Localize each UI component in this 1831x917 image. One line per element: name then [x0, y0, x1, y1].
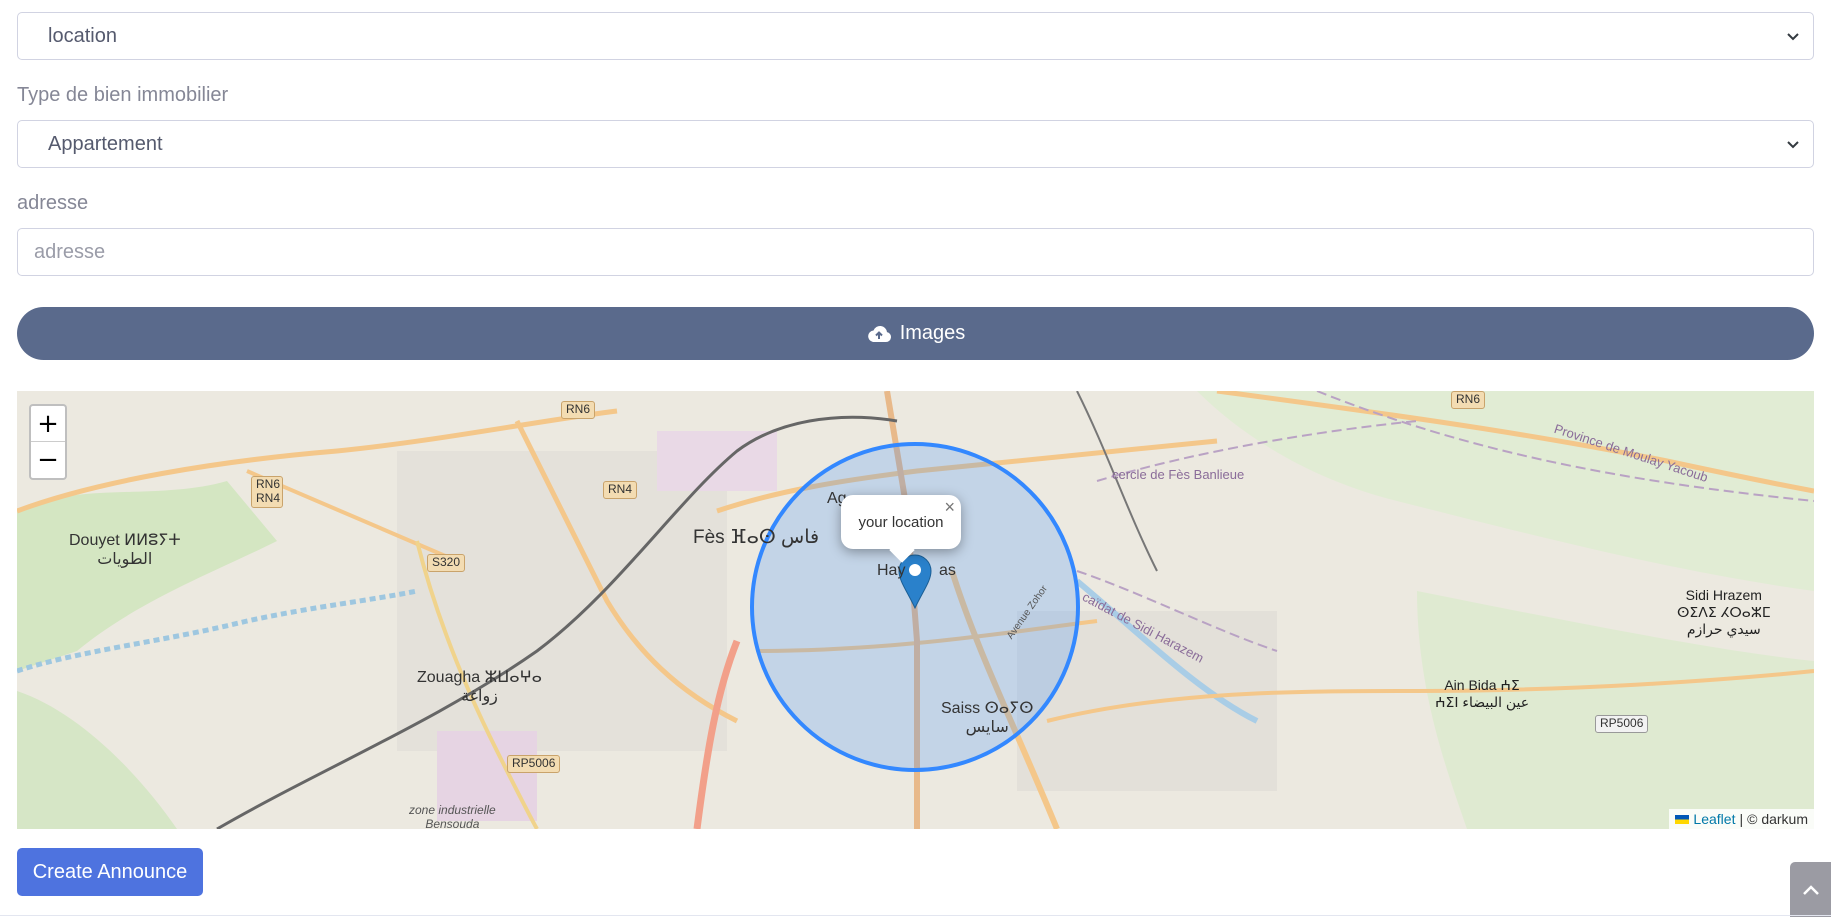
- place-label: Saiss ⵙⴰⵢⵙ سايس: [941, 699, 1033, 737]
- chevron-up-icon: [1802, 884, 1819, 895]
- place-name: Saiss ⵙⴰⵢⵙ: [941, 700, 1034, 717]
- admin-label: cercle de Fès Banlieue: [1112, 467, 1245, 482]
- road-tag: RP5006: [1595, 715, 1649, 733]
- address-placeholder: adresse: [34, 240, 106, 263]
- zoom-in-button[interactable]: +: [31, 406, 65, 442]
- property-type-value: Appartement: [48, 132, 163, 155]
- place-label: Ain Bida ⵄⵉ ⵄⵉⵏ عين البيضاء: [1435, 677, 1529, 711]
- place-name-ar: سيدي حرازم: [1686, 620, 1761, 637]
- place-name-ar: الطويات: [97, 551, 153, 569]
- road-tag-line: RN6: [256, 477, 281, 491]
- place-name: Zouagha ⵣⵡⴰⵖⴰ: [417, 669, 542, 686]
- place-name: Hay: [877, 562, 906, 579]
- property-type-label: Type de bien immobilier: [17, 84, 229, 106]
- road-tag-line: RN4: [256, 490, 281, 505]
- address-input[interactable]: adresse: [17, 228, 1814, 276]
- road-tag: RP5006: [507, 755, 561, 773]
- address-label: adresse: [17, 192, 89, 214]
- popup-text: your location: [858, 513, 944, 531]
- transaction-type-select[interactable]: location: [17, 12, 1814, 60]
- zoom-out-button[interactable]: −: [31, 442, 65, 478]
- place-name-ar: سايس: [965, 719, 1009, 737]
- place-name: Bensouda: [425, 817, 480, 829]
- location-map[interactable]: + − RN6 RN6 RN4 RN4 S320 RP5006 RP5006 R…: [17, 391, 1814, 829]
- place-name: Sidi Hrazem: [1685, 587, 1762, 603]
- place-label-hay-suffix: as: [939, 562, 956, 579]
- place-name-ar: ⵄⵉⵏ عين البيضاء: [1435, 693, 1530, 710]
- place-label-hay: Hay: [877, 561, 905, 580]
- place-label: Sidi Hrazem ⵙⵉⴷⵉ ⵃⵔⴰⵣⵎ سيدي حرازم: [1677, 587, 1771, 637]
- images-upload-button[interactable]: Images: [17, 307, 1814, 360]
- property-type-select[interactable]: Appartement: [17, 120, 1814, 168]
- scroll-to-top-button[interactable]: [1790, 862, 1831, 917]
- map-tiles: [17, 391, 1814, 829]
- road-tag: RN4: [603, 481, 638, 499]
- divider: [0, 915, 1831, 916]
- chevron-down-icon: [1787, 33, 1799, 41]
- road-tag: S320: [427, 554, 466, 572]
- map-attribution: Leaflet | © darkum: [1669, 809, 1814, 829]
- popup-close-button[interactable]: ×: [944, 497, 955, 518]
- place-label-fes: Fès ⴼⴰⵙ فاس: [693, 527, 820, 548]
- place-name: zone industrielle: [409, 803, 496, 817]
- create-announce-button[interactable]: Create Announce: [17, 848, 203, 896]
- place-label: Zouagha ⵣⵡⴰⵖⴰ زواغة: [417, 668, 542, 706]
- location-popup: your location ×: [841, 495, 961, 549]
- images-button-label: Images: [899, 322, 966, 344]
- transaction-type-value: location: [48, 24, 117, 47]
- road-tag: RN6 RN4: [251, 476, 283, 508]
- attribution-separator: |: [1739, 811, 1744, 827]
- road-tag: RN6: [561, 401, 596, 419]
- attribution-provider: © darkum: [1747, 811, 1808, 827]
- ukraine-flag-icon: [1675, 814, 1690, 824]
- place-name-tf: ⵙⵉⴷⵉ ⵃⵔⴰⵣⵎ: [1677, 603, 1771, 620]
- cloud-upload-icon: [867, 325, 891, 342]
- place-name: Ain Bida ⵄⵉ: [1444, 677, 1520, 693]
- road-tag: RN6: [1451, 391, 1486, 409]
- place-label: Douyet ⵍⵍⵓⵢⵜ الطويات: [69, 531, 181, 569]
- leaflet-link[interactable]: Leaflet: [1693, 811, 1735, 827]
- place-label: zone industrielle Bensouda: [409, 803, 496, 829]
- zoom-control[interactable]: + −: [29, 404, 67, 480]
- chevron-down-icon: [1787, 141, 1799, 149]
- place-name: Douyet ⵍⵍⵓⵢⵜ: [69, 532, 181, 549]
- place-name-ar: زواغة: [461, 688, 498, 706]
